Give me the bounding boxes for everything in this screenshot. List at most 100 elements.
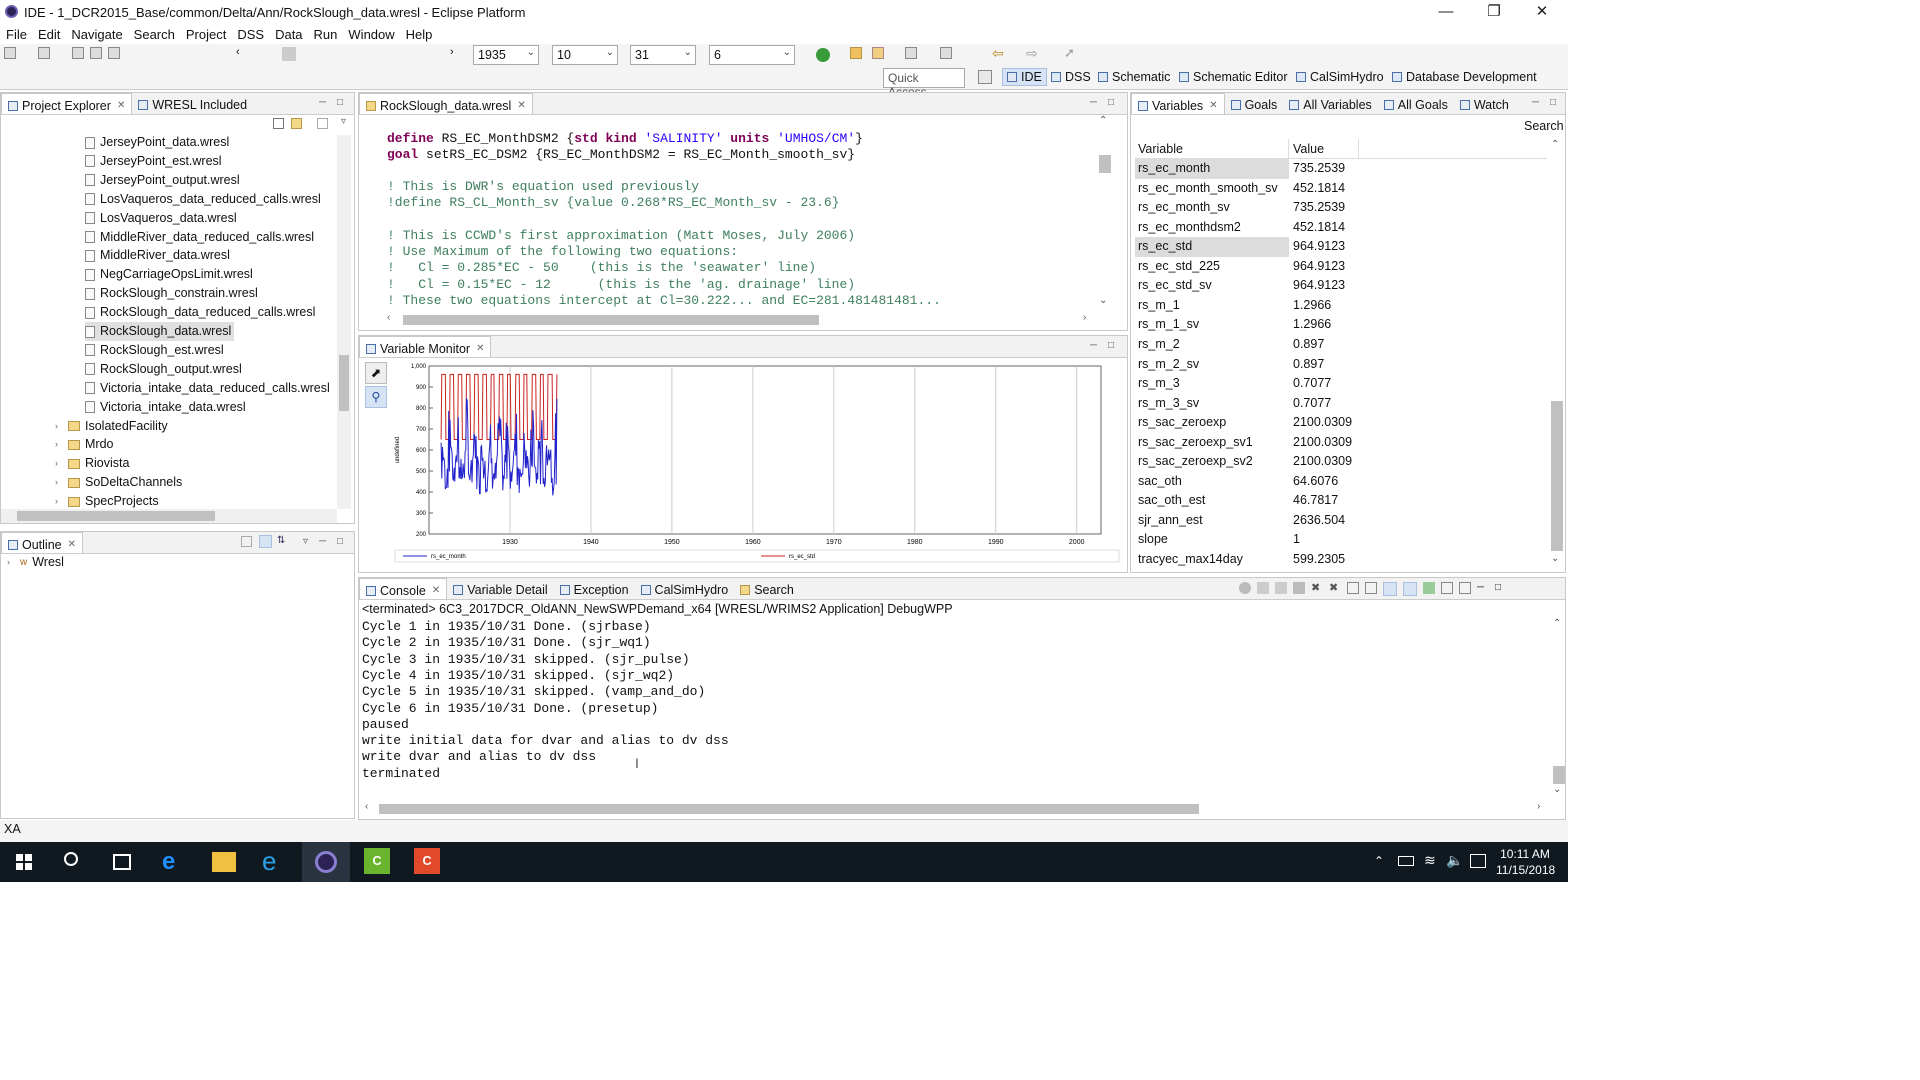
remove-all-icon[interactable]: ✖ — [1329, 582, 1341, 594]
editor-comment-line[interactable]: ! This is CCWD's first approximation (Ma… — [387, 228, 855, 244]
chevron-left-icon[interactable]: ‹ — [387, 312, 390, 323]
variable-row[interactable]: rs_ec_std_sv 964.9123 — [1135, 276, 1545, 296]
minimize-icon[interactable]: ─ — [319, 97, 326, 108]
search-icon[interactable] — [64, 852, 78, 866]
menu-file[interactable]: File — [2, 27, 31, 42]
chevron-down-icon[interactable]: ⌄ — [1553, 784, 1561, 795]
console-vertical-scrollbar[interactable]: ⌃ ⌄ — [1551, 618, 1565, 798]
eclipse-taskbar-button[interactable] — [302, 842, 350, 882]
remove-launch-icon[interactable]: ✖ — [1311, 582, 1323, 594]
tab-outline[interactable]: Outline ✕ — [1, 532, 83, 553]
edge-icon[interactable]: e — [162, 848, 175, 876]
menu-window[interactable]: Window — [344, 27, 398, 42]
suspend-icon[interactable] — [1239, 582, 1251, 594]
menu-edit[interactable]: Edit — [34, 27, 64, 42]
tab-variable-monitor[interactable]: Variable Monitor ✕ — [359, 336, 492, 357]
view-menu-icon[interactable]: ▿ — [303, 536, 308, 547]
tab-all-variables[interactable]: All Variables — [1283, 93, 1378, 114]
close-icon[interactable]: ✕ — [68, 539, 76, 550]
menu-data[interactable]: Data — [271, 27, 306, 42]
close-icon[interactable]: ✕ — [1209, 100, 1217, 111]
editor-comment-line[interactable]: ! Cl = 0.285*EC - 50 (this is the 'seawa… — [387, 260, 816, 276]
chevron-left-icon[interactable]: ‹ — [365, 801, 368, 812]
chevron-down-icon[interactable]: ⌄ — [1551, 553, 1559, 564]
menu-project[interactable]: Project — [182, 27, 230, 42]
month-select[interactable]: 10 ⌄ — [552, 45, 618, 65]
new-icon[interactable] — [4, 47, 16, 59]
clear-console-icon[interactable] — [1365, 582, 1377, 594]
editor-line-2[interactable]: goal setRS_EC_DSM2 {RS_EC_MonthDSM2 = RS… — [387, 147, 855, 163]
perspective-dss[interactable]: DSS — [1051, 70, 1091, 84]
annotation-icon[interactable] — [940, 47, 952, 59]
hide-fields-icon[interactable] — [241, 536, 252, 547]
maximize-icon[interactable]: □ — [337, 97, 343, 108]
show-on-error-icon[interactable] — [1403, 582, 1417, 596]
variable-row[interactable]: rs_m_3_sv 0.7077 — [1135, 394, 1545, 414]
filter-icon[interactable] — [317, 118, 328, 129]
editor-comment-line[interactable]: ! This is DWR's equation used previously — [387, 179, 699, 195]
tree-file[interactable]: MiddleRiver_data.wresl — [85, 246, 233, 265]
close-icon[interactable]: ✕ — [476, 343, 484, 354]
wifi-icon[interactable]: ≋ — [1424, 852, 1436, 869]
tool-icon[interactable] — [872, 47, 884, 59]
editor-comment-line[interactable]: ! Cl = 0.15*EC - 12 (this is the 'ag. dr… — [387, 277, 855, 293]
run-icon[interactable] — [816, 48, 830, 62]
year-select[interactable]: 1935 ⌄ — [473, 45, 539, 65]
minimize-button[interactable]: — — [1422, 0, 1470, 24]
tab-watch[interactable]: Watch — [1454, 93, 1515, 114]
tree-file[interactable]: Victoria_intake_data.wresl — [85, 398, 249, 417]
app-c-green-icon[interactable]: C — [364, 848, 390, 874]
new-project-icon[interactable] — [38, 47, 50, 59]
tree-file[interactable]: RockSlough_est.wresl — [85, 341, 227, 360]
maximize-icon[interactable]: □ — [1108, 97, 1114, 108]
variable-row[interactable]: rs_ec_std_225 964.9123 — [1135, 257, 1545, 277]
variable-row[interactable]: sac_oth 64.6076 — [1135, 472, 1545, 492]
tab-calsimhydro[interactable]: CalSimHydro — [635, 578, 735, 599]
tab-exception[interactable]: Exception — [554, 578, 635, 599]
pin-icon[interactable]: ➚ — [1064, 45, 1075, 61]
tab-variables[interactable]: Variables ✕ — [1131, 93, 1225, 114]
perspective-database-development[interactable]: Database Development — [1392, 70, 1537, 84]
variables-vertical-scrollbar[interactable]: ⌃ ⌄ — [1549, 139, 1563, 571]
minimize-icon[interactable]: ─ — [1090, 340, 1097, 351]
maximize-icon[interactable]: □ — [337, 536, 343, 547]
tree-folder[interactable]: › SoDeltaChannels — [55, 473, 182, 492]
search-button[interactable]: Search — [1524, 119, 1564, 133]
tree-file[interactable]: NegCarriageOpsLimit.wresl — [85, 265, 256, 284]
outline-item-wresl[interactable]: › w Wresl — [7, 553, 64, 572]
tree-file[interactable]: LosVaqueros_data_reduced_calls.wresl — [85, 190, 324, 209]
print-icon[interactable] — [108, 47, 120, 59]
variable-row[interactable]: rs_m_2 0.897 — [1135, 335, 1545, 355]
variable-row[interactable]: rs_m_2_sv 0.897 — [1135, 355, 1545, 375]
maximize-icon[interactable]: □ — [1550, 97, 1556, 108]
tree-file[interactable]: JerseyPoint_data.wresl — [85, 133, 232, 152]
editor-line-1[interactable]: define RS_EC_MonthDSM2 {std kind 'SALINI… — [387, 131, 863, 147]
app-c-red-icon[interactable]: C — [414, 848, 440, 874]
tab-all-goals[interactable]: All Goals — [1378, 93, 1454, 114]
header-variable[interactable]: Variable — [1135, 139, 1289, 158]
variable-row[interactable]: slope 1 — [1135, 530, 1545, 550]
volume-icon[interactable]: 🔈 — [1446, 852, 1463, 869]
tab-console[interactable]: Console ✕ — [359, 578, 448, 599]
nav-icon[interactable] — [905, 47, 917, 59]
tab-rockslough-data[interactable]: RockSlough_data.wresl ✕ — [359, 93, 533, 114]
variable-row[interactable]: sjr_ann_est 2636.504 — [1135, 511, 1545, 531]
terminate-icon[interactable] — [1293, 582, 1305, 594]
close-icon[interactable]: ✕ — [117, 100, 125, 111]
header-value[interactable]: Value — [1289, 139, 1359, 158]
save-icon[interactable] — [72, 47, 84, 59]
editor-comment-line[interactable]: ! These two equations intercept at Cl=30… — [387, 293, 941, 309]
variable-row[interactable]: rs_ec_month_sv 735.2539 — [1135, 198, 1545, 218]
variable-row[interactable]: rs_sac_zeroexp_sv2 2100.0309 — [1135, 452, 1545, 472]
tree-file[interactable]: LosVaqueros_data.wresl — [85, 209, 240, 228]
maximize-icon[interactable]: □ — [1108, 340, 1114, 351]
close-icon[interactable]: ✕ — [432, 585, 440, 596]
variable-row[interactable]: rs_ec_month 735.2539 — [1135, 159, 1545, 179]
tab-wresl-included[interactable]: WRESL Included — [132, 93, 253, 114]
sort-az-icon[interactable]: ⇅ — [277, 535, 285, 546]
start-icon[interactable] — [16, 854, 32, 870]
tree-file[interactable]: RockSlough_data_reduced_calls.wresl — [85, 303, 318, 322]
menu-dss[interactable]: DSS — [233, 27, 268, 42]
tree-folder[interactable]: › Mrdo — [55, 435, 113, 454]
perspective-ide[interactable]: IDE — [1002, 68, 1047, 86]
